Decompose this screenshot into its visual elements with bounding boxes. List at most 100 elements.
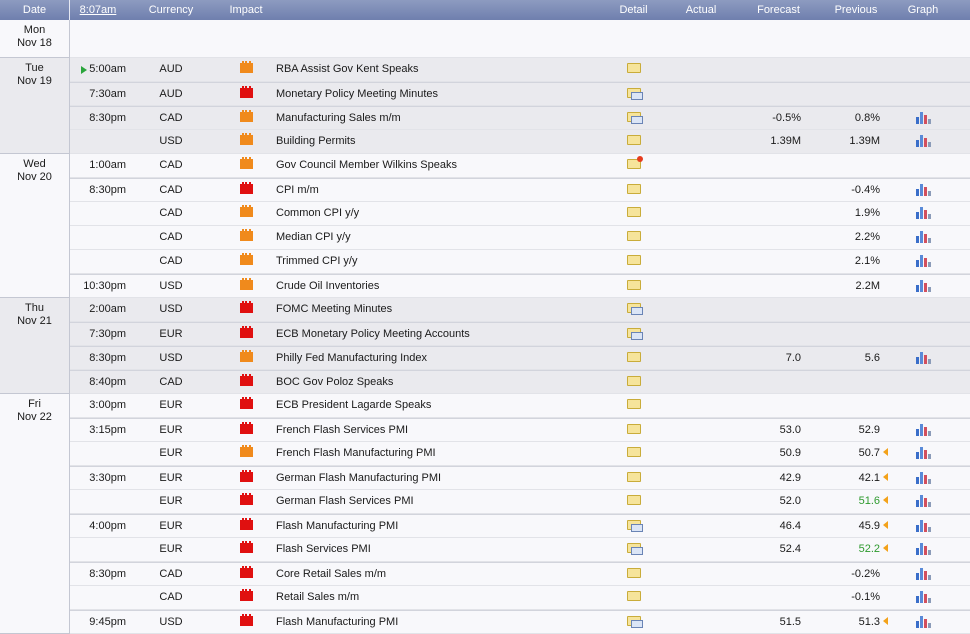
bar-chart-icon[interactable] <box>915 471 931 484</box>
event-detail[interactable] <box>601 442 666 465</box>
event-row[interactable]: 8:40pm CAD BOC Gov Poloz Speaks <box>70 370 970 394</box>
event-row[interactable]: 7:30pm EUR ECB Monetary Policy Meeting Acc… <box>70 322 970 346</box>
event-row[interactable]: 9:45pm USD Flash Manufacturing PMI 51.5 51.3 <box>70 610 970 634</box>
event-row[interactable]: 3:00pm EUR ECB President Lagarde Speaks <box>70 394 970 418</box>
detail-open-folder-icon[interactable] <box>626 88 643 101</box>
event-title[interactable]: Philly Fed Manufacturing Index <box>276 347 601 369</box>
event-row[interactable]: 8:30pm CAD CPI m/m -0.4% <box>70 178 970 202</box>
bar-chart-icon[interactable] <box>915 183 931 196</box>
event-row[interactable]: 7:30am AUD Monetary Policy Meeting Minutes <box>70 82 970 106</box>
event-graph[interactable] <box>891 107 955 129</box>
detail-folder-icon[interactable] <box>626 447 641 458</box>
detail-folder-icon[interactable] <box>626 352 641 363</box>
detail-folder-icon[interactable] <box>626 399 641 410</box>
event-detail[interactable] <box>601 586 666 609</box>
event-row[interactable]: 1:00am CAD Gov Council Member Wilkins Spea… <box>70 154 970 178</box>
bar-chart-icon[interactable] <box>915 615 931 628</box>
bar-chart-icon[interactable] <box>915 446 931 459</box>
bar-chart-icon[interactable] <box>915 494 931 507</box>
event-row[interactable]: 5:00am AUD RBA Assist Gov Kent Speaks <box>70 58 970 82</box>
event-title[interactable]: Common CPI y/y <box>276 202 601 225</box>
event-detail[interactable] <box>601 107 666 129</box>
event-graph[interactable] <box>891 419 955 441</box>
detail-folder-icon[interactable] <box>626 472 641 483</box>
event-detail[interactable] <box>601 394 666 417</box>
detail-folder-icon[interactable] <box>626 376 641 387</box>
bar-chart-icon[interactable] <box>915 542 931 555</box>
event-graph[interactable] <box>891 347 955 369</box>
detail-folder-icon[interactable] <box>626 63 641 74</box>
header-time-link[interactable]: 8:07am <box>70 0 126 20</box>
event-title[interactable]: Flash Manufacturing PMI <box>276 611 601 633</box>
revised-arrow-icon[interactable] <box>883 473 888 482</box>
detail-folder-icon[interactable] <box>626 280 641 291</box>
detail-folder-icon[interactable] <box>626 135 641 146</box>
event-title[interactable]: French Flash Manufacturing PMI <box>276 442 601 465</box>
detail-open-folder-icon[interactable] <box>626 543 643 556</box>
event-title[interactable]: Median CPI y/y <box>276 226 601 249</box>
detail-folder-icon[interactable] <box>626 568 641 579</box>
event-graph[interactable] <box>891 467 955 489</box>
event-title[interactable]: Building Permits <box>276 130 601 153</box>
event-row[interactable]: CAD Retail Sales m/m -0.1% <box>70 586 970 610</box>
event-title[interactable]: German Flash Manufacturing PMI <box>276 467 601 489</box>
event-graph[interactable] <box>891 250 955 273</box>
event-title[interactable]: Gov Council Member Wilkins Speaks <box>276 154 601 177</box>
event-detail[interactable] <box>601 467 666 489</box>
event-detail[interactable] <box>601 202 666 225</box>
detail-folder-icon[interactable] <box>626 231 641 242</box>
bar-chart-icon[interactable] <box>915 279 931 292</box>
event-title[interactable]: Monetary Policy Meeting Minutes <box>276 83 601 105</box>
detail-open-folder-icon[interactable] <box>626 112 643 125</box>
event-title[interactable]: Core Retail Sales m/m <box>276 563 601 585</box>
event-title[interactable]: French Flash Services PMI <box>276 419 601 441</box>
event-title[interactable]: Crude Oil Inventories <box>276 275 601 297</box>
bar-chart-icon[interactable] <box>915 567 931 580</box>
event-detail[interactable] <box>601 323 666 345</box>
event-detail[interactable] <box>601 371 666 393</box>
event-row[interactable]: 8:30pm USD Philly Fed Manufacturing Index 7… <box>70 346 970 370</box>
event-detail[interactable] <box>601 347 666 369</box>
event-title[interactable]: Trimmed CPI y/y <box>276 250 601 273</box>
revised-arrow-icon[interactable] <box>883 544 888 553</box>
revised-arrow-icon[interactable] <box>883 496 888 505</box>
event-title[interactable]: Flash Services PMI <box>276 538 601 561</box>
event-detail[interactable] <box>601 563 666 585</box>
detail-open-folder-icon[interactable] <box>626 328 643 341</box>
event-title[interactable]: Retail Sales m/m <box>276 586 601 609</box>
event-detail[interactable] <box>601 275 666 297</box>
bar-chart-icon[interactable] <box>915 134 931 147</box>
detail-open-folder-icon[interactable] <box>626 520 643 533</box>
event-row[interactable]: 2:00am USD FOMC Meeting Minutes <box>70 298 970 322</box>
event-title[interactable]: German Flash Services PMI <box>276 490 601 513</box>
event-title[interactable]: BOC Gov Poloz Speaks <box>276 371 601 393</box>
revised-arrow-icon[interactable] <box>883 617 888 626</box>
event-row[interactable]: 10:30pm USD Crude Oil Inventories 2.2M <box>70 274 970 298</box>
bar-chart-icon[interactable] <box>915 590 931 603</box>
event-graph[interactable] <box>891 130 955 153</box>
detail-folder-icon[interactable] <box>626 591 641 602</box>
event-detail[interactable] <box>601 154 666 177</box>
event-row[interactable]: CAD Median CPI y/y 2.2% <box>70 226 970 250</box>
revised-arrow-icon[interactable] <box>883 448 888 457</box>
bar-chart-icon[interactable] <box>915 351 931 364</box>
event-title[interactable]: RBA Assist Gov Kent Speaks <box>276 58 601 81</box>
event-detail[interactable] <box>601 515 666 537</box>
bar-chart-icon[interactable] <box>915 111 931 124</box>
event-graph[interactable] <box>891 515 955 537</box>
detail-new-folder-icon[interactable] <box>626 156 643 170</box>
event-detail[interactable] <box>601 58 666 81</box>
event-detail[interactable] <box>601 611 666 633</box>
event-title[interactable]: ECB Monetary Policy Meeting Accounts <box>276 323 601 345</box>
event-graph[interactable] <box>891 275 955 297</box>
event-graph[interactable] <box>891 538 955 561</box>
event-row[interactable]: 3:15pm EUR French Flash Services PMI 53.0 52… <box>70 418 970 442</box>
event-detail[interactable] <box>601 250 666 273</box>
event-detail[interactable] <box>601 419 666 441</box>
detail-folder-icon[interactable] <box>626 495 641 506</box>
event-row[interactable]: USD Building Permits 1.39M 1.39M <box>70 130 970 154</box>
event-title[interactable]: Flash Manufacturing PMI <box>276 515 601 537</box>
detail-folder-icon[interactable] <box>626 207 641 218</box>
bar-chart-icon[interactable] <box>915 519 931 532</box>
detail-open-folder-icon[interactable] <box>626 303 643 316</box>
